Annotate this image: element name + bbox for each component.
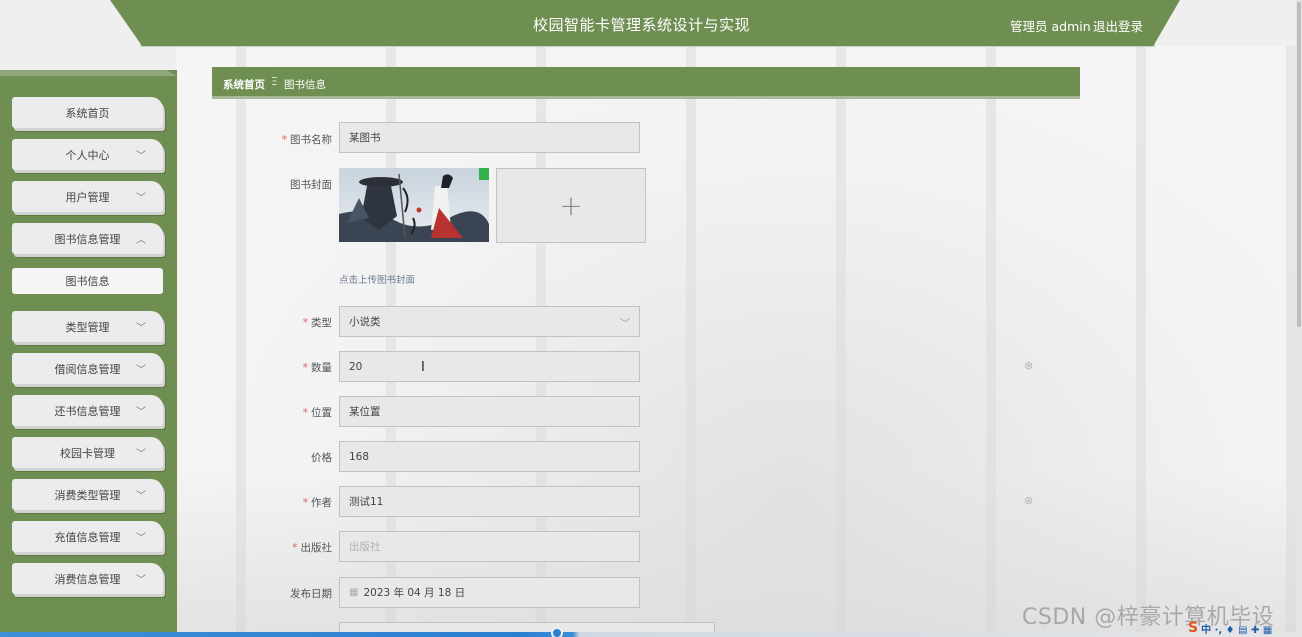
- sidebar-item-home[interactable]: 系统首页: [12, 97, 163, 128]
- sidebar-item-label: 消费信息管理: [54, 572, 121, 586]
- sidebar-item-label: 类型管理: [65, 320, 110, 334]
- release-date-value: 2023 年 04 月 18 日: [363, 587, 466, 599]
- quantity-value: 20: [349, 360, 363, 373]
- type-select[interactable]: 小说类 ﹀: [339, 306, 640, 337]
- location-label: * 位置: [302, 407, 332, 419]
- app-title: 校园智能卡管理系统设计与实现: [533, 16, 751, 34]
- publisher-placeholder: 出版社: [349, 541, 381, 553]
- chevron-down-icon: ﹀: [136, 575, 146, 586]
- cover-upload-hint: 点击上传图书封面: [339, 275, 416, 286]
- book-name-value: 某图书: [349, 132, 381, 144]
- chevron-down-icon: ﹀: [136, 193, 146, 204]
- sidebar-item-label: 图书信息管理: [54, 232, 121, 246]
- sidebar-item-label: 系统首页: [65, 106, 110, 120]
- chevron-down-icon: ﹀: [136, 449, 146, 460]
- sidebar-item-campus-card-management[interactable]: 校园卡管理 ﹀: [12, 437, 163, 468]
- sidebar-item-user-management[interactable]: 用户管理 ﹀: [12, 181, 163, 212]
- sidebar-item-book-info-management[interactable]: 图书信息管理 ︿: [12, 223, 163, 254]
- price-value: 168: [349, 450, 370, 463]
- sidebar-item-label: 校园卡管理: [60, 446, 115, 460]
- text-cursor-icon: I: [421, 360, 425, 375]
- chevron-down-icon: ﹀: [136, 533, 146, 544]
- sidebar-item-label: 个人中心: [65, 148, 110, 162]
- breadcrumb: 系统首页 Ξ 图书信息: [212, 67, 1080, 99]
- type-value: 小说类: [349, 316, 381, 328]
- sidebar-item-type-management[interactable]: 类型管理 ﹀: [12, 311, 163, 342]
- chevron-down-icon: ﹀: [620, 319, 630, 330]
- chevron-down-icon: ﹀: [136, 151, 146, 162]
- calendar-icon: ▦: [349, 587, 359, 598]
- chevron-up-icon: ︿: [136, 235, 146, 246]
- sidebar-item-label: 图书信息: [65, 275, 110, 288]
- cover-label: 图书封面: [290, 179, 332, 191]
- sidebar-item-label: 用户管理: [65, 190, 110, 204]
- price-input[interactable]: 168: [339, 441, 640, 472]
- book-name-label: * 图书名称: [281, 134, 332, 146]
- author-input[interactable]: 测试11: [339, 486, 640, 517]
- playback-progress-bar[interactable]: [0, 632, 1302, 637]
- sidebar-item-return-management[interactable]: 还书信息管理 ﹀: [12, 395, 163, 426]
- sidebar-item-borrow-management[interactable]: 借阅信息管理 ﹀: [12, 353, 163, 384]
- book-name-input[interactable]: 某图书: [339, 122, 640, 153]
- clear-icon[interactable]: ⊗: [1024, 359, 1033, 372]
- clear-icon[interactable]: ⊗: [1024, 494, 1033, 507]
- release-date-label: 发布日期: [290, 588, 332, 600]
- sidebar-subitem-book-info[interactable]: 图书信息: [12, 268, 163, 294]
- sidebar-item-consumption-info-management[interactable]: 消费信息管理 ﹀: [12, 563, 163, 594]
- quantity-label: * 数量: [302, 362, 332, 374]
- logout-link[interactable]: 退出登录: [1093, 16, 1143, 35]
- chevron-down-icon: ﹀: [136, 491, 146, 502]
- price-label: 价格: [311, 452, 332, 464]
- chevron-down-icon: ﹀: [136, 323, 146, 334]
- publisher-input[interactable]: 出版社: [339, 531, 640, 562]
- breadcrumb-current: 图书信息: [284, 79, 326, 91]
- breadcrumb-home[interactable]: 系统首页: [223, 77, 265, 92]
- scrollbar-thumb[interactable]: [1297, 2, 1301, 327]
- location-value: 某位置: [349, 406, 381, 418]
- sidebar-item-personal-center[interactable]: 个人中心 ﹀: [12, 139, 163, 170]
- chevron-down-icon: ﹀: [136, 407, 146, 418]
- ime-logo-icon: S: [1188, 620, 1199, 636]
- chevron-down-icon: ﹀: [136, 365, 146, 376]
- author-label: * 作者: [302, 497, 332, 509]
- breadcrumb-separator-icon: Ξ: [271, 76, 278, 88]
- cover-artwork: [339, 168, 489, 242]
- required-mark: *: [281, 134, 287, 146]
- sidebar-item-consumption-type-management[interactable]: 消费类型管理 ﹀: [12, 479, 163, 510]
- playback-progress-handle[interactable]: [551, 627, 563, 637]
- sidebar-bevel: [0, 70, 177, 76]
- cover-image[interactable]: [339, 168, 489, 242]
- sidebar-item-label: 借阅信息管理: [54, 362, 121, 376]
- ime-status: 中 ·, ♦ ▤ ✚ ▦: [1201, 624, 1273, 636]
- ime-toolbar[interactable]: S 中 ·, ♦ ▤ ✚ ▦: [1188, 619, 1272, 637]
- location-input[interactable]: 某位置: [339, 396, 640, 427]
- author-value: 测试11: [349, 496, 384, 508]
- sidebar-item-label: 消费类型管理: [54, 488, 121, 502]
- quantity-input[interactable]: 20: [339, 351, 640, 382]
- user-info: 管理员 admin: [1010, 19, 1091, 34]
- type-label: * 类型: [302, 317, 332, 329]
- sidebar-item-recharge-management[interactable]: 充值信息管理 ﹀: [12, 521, 163, 552]
- publisher-label: * 出版社: [292, 542, 332, 554]
- upload-cover-button[interactable]: +: [496, 168, 646, 243]
- sidebar-item-label: 充值信息管理: [54, 530, 121, 544]
- sidebar-item-label: 还书信息管理: [54, 404, 121, 418]
- release-date-picker[interactable]: ▦ 2023 年 04 月 18 日: [339, 577, 640, 608]
